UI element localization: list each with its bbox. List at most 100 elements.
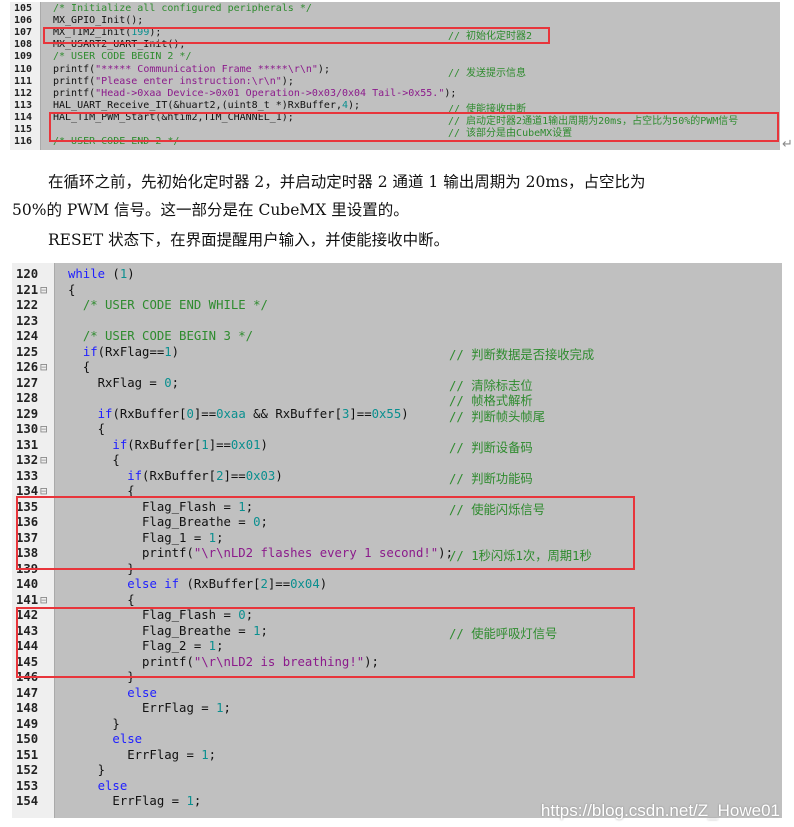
line-number: 114 xyxy=(14,111,33,123)
code-token: "Head->0xaa Device->0x01 Operation->0x03… xyxy=(95,87,445,99)
line-number: 154 xyxy=(16,794,39,808)
code-line: { xyxy=(68,283,75,297)
line-number: 127 xyxy=(16,375,39,390)
code-token: else xyxy=(127,685,157,700)
code-token: ]== xyxy=(349,406,372,421)
code-comment: // 判断帧头帧尾 xyxy=(449,409,545,424)
highlight-box xyxy=(16,607,635,678)
code-line: printf("***** Communication Frame *****\… xyxy=(53,64,330,75)
line-number: 130 xyxy=(16,422,39,436)
code-token: ) xyxy=(401,406,409,421)
code-token: ErrFlag = xyxy=(68,701,217,715)
code-token: /* USER CODE END WHILE */ xyxy=(82,298,268,312)
code-token: MX_GPIO_Init(); xyxy=(53,15,144,27)
code-token: ]== xyxy=(193,406,217,421)
code-line: { xyxy=(68,453,120,467)
highlight-box xyxy=(49,112,779,142)
highlight-box xyxy=(43,27,550,44)
code-token: ); xyxy=(444,87,457,99)
code-token: "***** Communication Frame *****\r\n" xyxy=(95,63,318,75)
paragraph-line: 在循环之前，先初始化定时器 2，并启动定时器 2 通道 1 输出周期为 20ms… xyxy=(48,173,646,191)
code-line: printf("Head->0xaa Device->0x01 Operatio… xyxy=(53,88,456,99)
code-token: 0 xyxy=(164,375,172,390)
line-number: 123 xyxy=(16,313,39,328)
line-number: 152 xyxy=(16,763,39,777)
code-token: ) xyxy=(275,468,283,483)
fold-toggle-icon[interactable]: ⊟ xyxy=(40,453,47,467)
paragraph-line: RESET 状态下，在界面提醒用户输入，并使能接收中断。 xyxy=(48,231,450,249)
code-token: RxFlag = xyxy=(68,375,165,390)
code-token: { xyxy=(68,453,120,467)
code-token: && RxBuffer[ xyxy=(245,406,342,421)
code-line: /* USER CODE BEGIN 2 */ xyxy=(53,51,191,62)
code-line: } xyxy=(68,716,120,731)
fold-toggle-icon[interactable]: ⊟ xyxy=(40,360,47,374)
code-token: { xyxy=(68,360,91,374)
fold-toggle-icon[interactable]: ⊟ xyxy=(40,422,47,436)
code-token: ErrFlag = xyxy=(68,794,187,808)
code-token: printf( xyxy=(53,63,96,75)
code-token: (RxBuffer[ xyxy=(179,577,261,591)
code-token: 1 xyxy=(201,747,209,762)
code-token: while xyxy=(68,267,106,281)
code-token: if xyxy=(127,468,143,483)
line-number: 140 xyxy=(16,577,39,591)
fold-toggle-icon[interactable]: ⊟ xyxy=(40,283,47,297)
code-line: /* USER CODE END WHILE */ xyxy=(68,298,268,312)
line-number: 115 xyxy=(14,124,33,135)
code-token: 0xaa xyxy=(216,406,246,421)
code-token: ( xyxy=(105,267,120,281)
line-number: 111 xyxy=(14,75,33,87)
code-token: ; xyxy=(193,794,202,808)
code-token: } xyxy=(68,716,120,731)
code-token: /* USER CODE BEGIN 2 */ xyxy=(53,51,192,63)
code-token: ) xyxy=(127,267,135,281)
line-number: 149 xyxy=(16,716,39,731)
line-number: 132 xyxy=(16,453,39,467)
line-number: 107 xyxy=(14,27,33,39)
code-token: else if xyxy=(127,577,180,591)
line-number: 124 xyxy=(16,329,39,343)
line-number: 125 xyxy=(16,344,39,359)
code-line: if(RxBuffer[1]==0x01) xyxy=(68,438,268,452)
code-line: } xyxy=(68,763,105,777)
code-token: ]== xyxy=(267,577,291,591)
code-token: 2 xyxy=(260,577,268,591)
code-line: /* USER CODE BEGIN 3 */ xyxy=(68,329,253,343)
paragraph-return-mark: ↵ xyxy=(782,137,793,152)
code-token: } xyxy=(68,763,106,777)
line-number: 106 xyxy=(14,15,33,27)
code-line: RxFlag = 0; xyxy=(68,376,179,390)
code-token: (RxBuffer[ xyxy=(127,437,202,452)
line-number: 112 xyxy=(14,87,33,99)
code-token: if xyxy=(97,406,113,421)
code-token: printf( xyxy=(53,75,96,87)
line-number: 133 xyxy=(16,468,39,483)
code-token: "Please enter instruction:\r\n" xyxy=(95,75,282,87)
code-token: HAL_UART_Receive_IT(&huart2,(uint8_t *)R… xyxy=(53,99,342,111)
line-number: 148 xyxy=(16,701,39,715)
line-number: 153 xyxy=(16,778,39,793)
line-number: 108 xyxy=(14,39,33,51)
line-number: 128 xyxy=(16,391,39,405)
code-token: ); xyxy=(281,75,294,87)
code-line: HAL_UART_Receive_IT(&huart2,(uint8_t *)R… xyxy=(53,100,360,111)
line-number: 105 xyxy=(14,3,33,14)
code-token: 0x03 xyxy=(245,468,276,483)
code-line: else if (RxBuffer[2]==0x04) xyxy=(68,577,327,591)
code-token: 0x04 xyxy=(290,577,320,591)
fold-toggle-icon[interactable]: ⊟ xyxy=(40,593,47,607)
code-token: 2 xyxy=(216,468,224,483)
code-token: ]== xyxy=(208,437,231,452)
code-comment: // 判断功能码 xyxy=(449,471,533,486)
line-number: 147 xyxy=(16,685,39,700)
code-line: ErrFlag = 1; xyxy=(68,701,231,715)
line-number: 141 xyxy=(16,592,39,607)
code-token: 0x01 xyxy=(230,437,261,452)
